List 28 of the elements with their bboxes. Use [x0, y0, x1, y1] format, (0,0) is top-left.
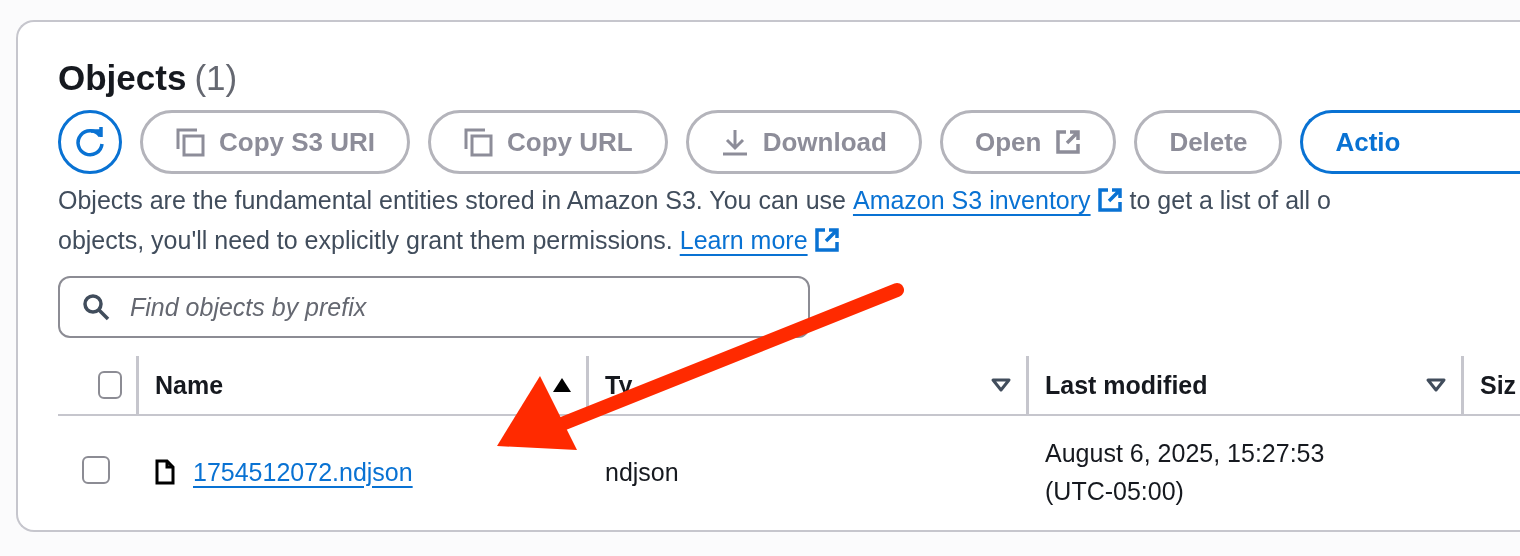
inline-link[interactable]: Amazon S3 inventory	[852, 180, 1123, 220]
description-text: objects, you'll need to explicitly grant them permissions. Learn more	[58, 220, 1520, 260]
file-icon	[155, 459, 175, 485]
last-modified-cell-text: August 6, 2025, 15:27:53 (UTC-05:00)	[1045, 438, 1326, 507]
column-header[interactable]: Last modified	[1045, 370, 1425, 400]
panel-title: Objects	[58, 58, 187, 98]
download-icon	[720, 128, 749, 156]
object-count: (1)	[194, 58, 238, 98]
external-link-icon	[1055, 129, 1082, 155]
select-all-checkbox[interactable]	[98, 371, 122, 399]
copy-icon	[175, 127, 205, 157]
column-header[interactable]: Siz	[1480, 370, 1517, 400]
search-icon	[82, 293, 110, 321]
toolbar-button[interactable]: Actio	[1300, 110, 1520, 174]
external-link-icon	[813, 227, 840, 253]
column-header[interactable]: Name	[155, 370, 552, 400]
object-name-link[interactable]: 1754512072.ndjson	[193, 457, 413, 487]
type-cell-text: ndjson	[605, 457, 679, 488]
row-checkbox[interactable]	[82, 456, 110, 484]
refresh-icon	[73, 125, 107, 159]
search-field[interactable]: Find objects by prefix	[58, 276, 810, 338]
inline-link[interactable]: Learn more	[679, 220, 840, 260]
description-text: Objects are the fundamental entities stored in Amazon S3. You can use Amazon S3 inventory to get a list of all o	[58, 180, 1520, 220]
external-link-icon	[1096, 187, 1123, 213]
sort-ascending-icon[interactable]	[552, 377, 572, 393]
copy-icon	[463, 127, 494, 157]
sort-caret-icon[interactable]	[990, 377, 1012, 393]
sort-caret-icon[interactable]	[1425, 377, 1447, 393]
